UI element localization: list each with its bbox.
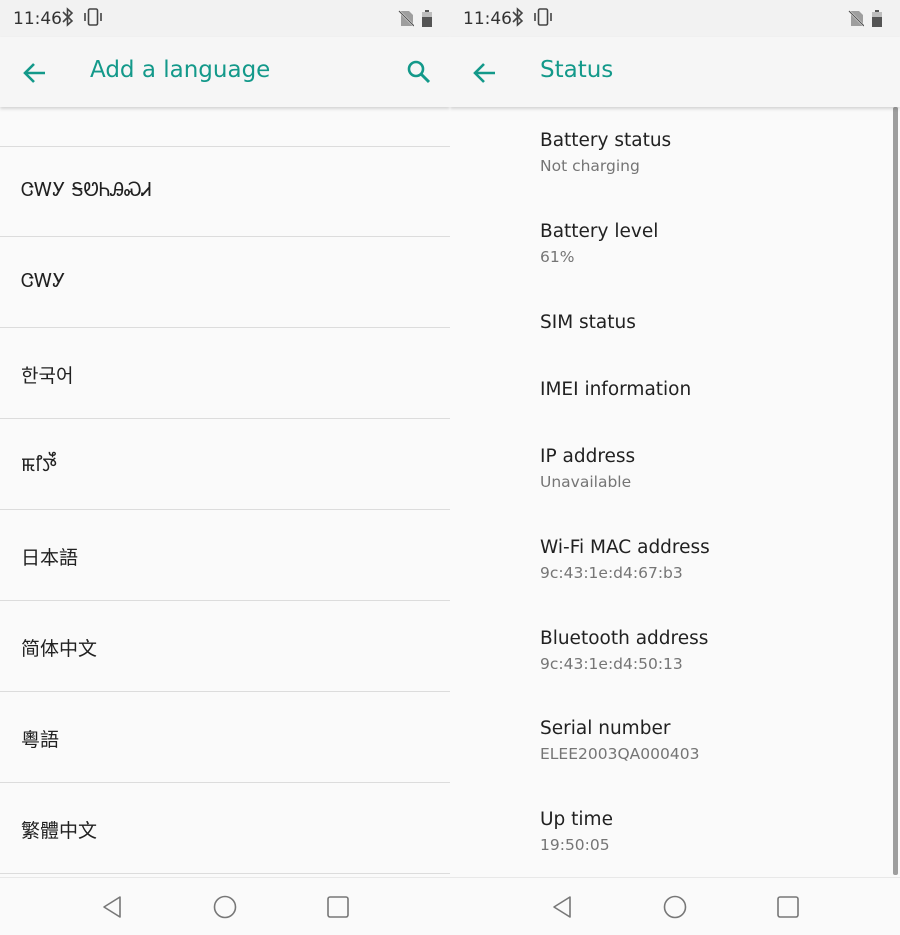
language-item[interactable]: 日本語 <box>0 511 450 601</box>
language-list: ꝑ ᏣᎳᎩ ᎦᏬᏂᎯᏍᏗ ᏣᎳᎩ 한국어 ꯃꯤꯇꯩ 日本語 简体中文 粵語 繁體… <box>0 107 450 877</box>
nav-recents-icon[interactable] <box>776 895 800 919</box>
navigation-bar <box>450 877 900 935</box>
language-item[interactable]: ꝑ <box>0 107 450 147</box>
nav-home-icon[interactable] <box>213 895 237 919</box>
language-label: 粵語 <box>21 729 60 751</box>
status-item-title: IP address <box>540 446 636 467</box>
language-item[interactable]: 简体中文 <box>0 602 450 692</box>
status-item-summary: ELEE2003QA000403 <box>540 745 700 763</box>
status-item-summary: 19:50:05 <box>540 836 610 854</box>
back-arrow-icon[interactable] <box>472 60 498 86</box>
no-sim-icon <box>848 10 864 27</box>
status-item-summary: Not charging <box>540 157 640 175</box>
status-item-title: Bluetooth address <box>540 628 709 649</box>
language-label: 繁體中文 <box>21 820 98 842</box>
page-title: Status <box>540 57 614 83</box>
nav-recents-icon[interactable] <box>326 895 350 919</box>
status-item-summary: Unavailable <box>540 473 632 491</box>
vibrate-icon <box>534 8 552 26</box>
status-item-serial-number[interactable]: Serial number ELEE2003QA000403 <box>450 712 900 784</box>
language-item[interactable]: 繁體中文 <box>0 784 450 874</box>
status-bar: 11:46 <box>450 0 900 37</box>
language-label: 日本語 <box>21 547 79 569</box>
nav-home-icon[interactable] <box>663 895 687 919</box>
language-item[interactable]: 한국어 <box>0 329 450 419</box>
status-item-ip-address[interactable]: IP address Unavailable <box>450 440 900 512</box>
vibrate-icon <box>84 8 102 26</box>
status-bar: 11:46 <box>0 0 450 37</box>
language-label: 简体中文 <box>21 638 98 660</box>
scrollbar[interactable] <box>893 107 898 875</box>
back-arrow-icon[interactable] <box>22 60 48 86</box>
page-title: Add a language <box>90 57 271 83</box>
status-time: 11:46 <box>463 9 512 29</box>
status-item-battery-level[interactable]: Battery level 61% <box>450 215 900 287</box>
language-label: ᏣᎳᎩ <box>21 270 66 292</box>
bluetooth-icon <box>512 7 524 27</box>
status-item-up-time[interactable]: Up time 19:50:05 <box>450 803 900 875</box>
language-label: ᏣᎳᎩ ᎦᏬᏂᎯᏍᏗ <box>21 179 152 201</box>
status-list: Battery status Not charging Battery leve… <box>450 107 900 877</box>
status-screen: 11:46 Status Battery status Not charging… <box>450 0 900 935</box>
language-item[interactable]: ᏣᎳᎩ <box>0 238 450 328</box>
bluetooth-icon <box>62 7 74 27</box>
battery-icon <box>422 10 432 27</box>
nav-back-icon[interactable] <box>550 895 574 919</box>
status-item-summary: 9c:43:1e:d4:67:b3 <box>540 564 683 582</box>
status-item-imei-information[interactable]: IMEI information <box>450 373 900 428</box>
status-item-wifi-mac-address[interactable]: Wi-Fi MAC address 9c:43:1e:d4:67:b3 <box>450 531 900 603</box>
search-icon[interactable] <box>406 59 432 85</box>
status-item-bluetooth-address[interactable]: Bluetooth address 9c:43:1e:d4:50:13 <box>450 622 900 694</box>
language-label: ꯃꯤꯇꯩ <box>21 454 57 476</box>
add-language-screen: 11:46 Add a language ᏣᎳᎩ ᎦᏬᏂᎯᏍᏗ ᏣᎳᎩ 한국어 … <box>0 0 450 935</box>
status-item-sim-status[interactable]: SIM status <box>450 306 900 361</box>
navigation-bar <box>0 877 450 935</box>
status-item-title: SIM status <box>540 312 636 333</box>
status-item-title: Wi-Fi MAC address <box>540 537 710 558</box>
status-item-battery-status[interactable]: Battery status Not charging <box>450 124 900 196</box>
status-item-title: Battery level <box>540 221 659 242</box>
no-sim-icon <box>398 10 414 27</box>
status-item-title: Serial number <box>540 718 671 739</box>
status-item-title: Battery status <box>540 130 672 151</box>
status-item-summary: 9c:43:1e:d4:50:13 <box>540 655 683 673</box>
language-item[interactable]: 粵語 <box>0 693 450 783</box>
battery-icon <box>872 10 882 27</box>
status-item-title: Up time <box>540 809 613 830</box>
status-item-summary: 61% <box>540 248 575 266</box>
status-item-title: IMEI information <box>540 379 692 400</box>
app-bar: Status <box>450 37 900 107</box>
nav-back-icon[interactable] <box>100 895 124 919</box>
language-label: 한국어 <box>21 365 74 387</box>
status-time: 11:46 <box>13 9 62 29</box>
language-item[interactable]: ꯃꯤꯇꯩ <box>0 420 450 510</box>
app-bar: Add a language <box>0 37 450 107</box>
language-item[interactable]: ᏣᎳᎩ ᎦᏬᏂᎯᏍᏗ <box>0 147 450 237</box>
